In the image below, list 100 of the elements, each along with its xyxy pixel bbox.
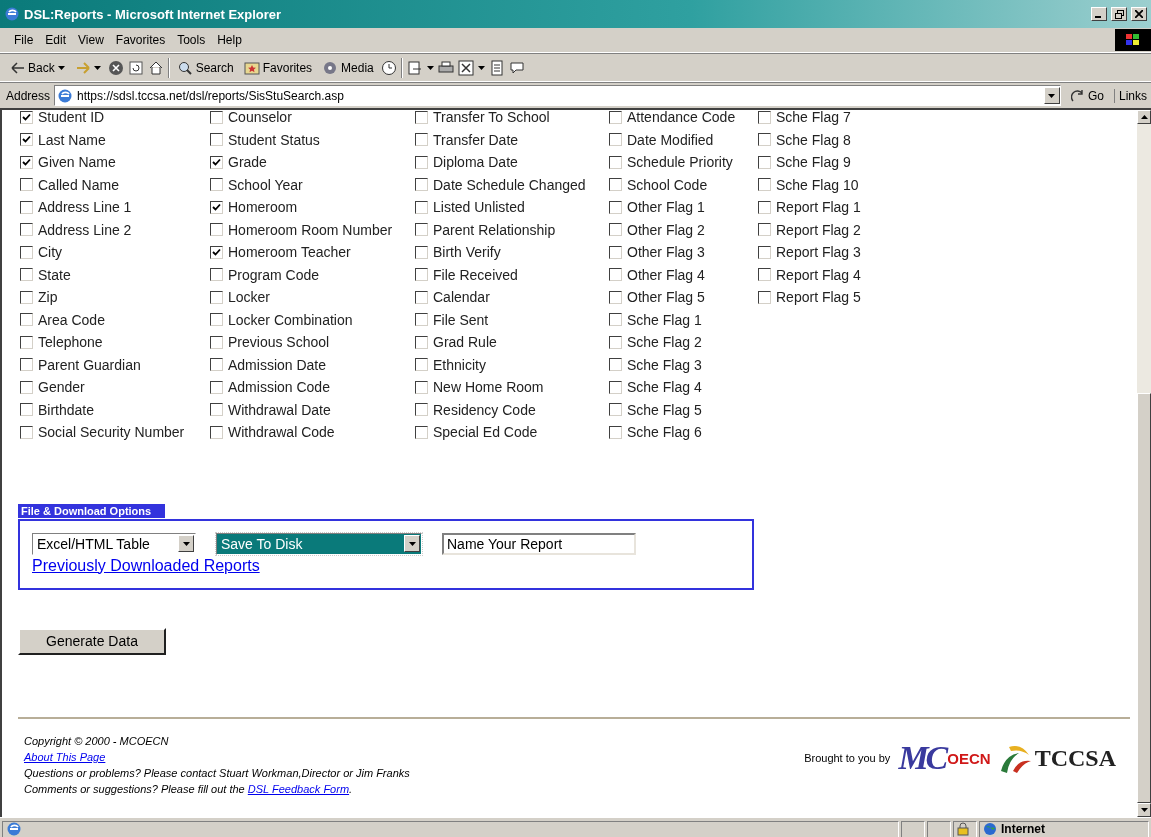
favorites-button[interactable]: Favorites (240, 58, 316, 77)
checkbox[interactable] (20, 110, 33, 124)
checkbox[interactable] (20, 358, 33, 372)
checkbox[interactable] (20, 155, 33, 169)
search-button[interactable]: Search (173, 58, 237, 77)
checkbox[interactable] (210, 313, 223, 327)
checkbox[interactable] (210, 223, 223, 237)
checkbox[interactable] (20, 223, 33, 237)
checkbox[interactable] (415, 380, 428, 394)
checkbox[interactable] (609, 313, 622, 327)
checkbox[interactable] (20, 290, 33, 304)
destination-dropdown[interactable]: Save To Disk (216, 532, 422, 555)
checkbox[interactable] (415, 133, 428, 147)
menu-item[interactable]: View (72, 31, 110, 49)
checkbox[interactable] (415, 200, 428, 214)
menu-item[interactable]: Help (211, 31, 248, 49)
address-field[interactable]: https://sdsl.tccsa.net/dsl/reports/SisStuSearch.asp (54, 85, 1061, 106)
checkbox[interactable] (758, 200, 771, 214)
checkbox[interactable] (415, 245, 428, 259)
checkbox[interactable] (210, 245, 223, 259)
checkbox[interactable] (210, 268, 223, 282)
checkbox[interactable] (609, 425, 622, 439)
checkbox[interactable] (609, 403, 622, 417)
checkbox[interactable] (210, 110, 223, 124)
checkbox[interactable] (210, 358, 223, 372)
close-button[interactable] (1131, 7, 1147, 21)
print-icon (437, 59, 454, 76)
checkbox[interactable] (20, 178, 33, 192)
checkbox[interactable] (210, 155, 223, 169)
checkbox[interactable] (210, 200, 223, 214)
checkbox[interactable] (609, 268, 622, 282)
checkbox[interactable] (609, 245, 622, 259)
checkbox[interactable] (758, 290, 771, 304)
checkbox[interactable] (758, 155, 771, 169)
checkbox[interactable] (20, 200, 33, 214)
generate-data-button[interactable]: Generate Data (18, 627, 166, 655)
downloaded-reports-link[interactable]: Previously Downloaded Reports (32, 556, 260, 575)
checkbox[interactable] (210, 425, 223, 439)
checkbox[interactable] (415, 268, 428, 282)
checkbox[interactable] (210, 133, 223, 147)
checkbox[interactable] (20, 425, 33, 439)
about-link[interactable]: About This Page (24, 751, 106, 763)
checkbox[interactable] (758, 133, 771, 147)
checkbox[interactable] (758, 268, 771, 282)
checkbox[interactable] (20, 268, 33, 282)
menu-item[interactable]: Favorites (109, 31, 172, 49)
checkbox[interactable] (609, 335, 622, 349)
checkbox[interactable] (20, 335, 33, 349)
checkbox-label: File Received (433, 266, 518, 283)
scroll-down-button[interactable] (1137, 803, 1151, 817)
checkbox-label: Other Flag 1 (627, 199, 705, 216)
checkbox[interactable] (609, 155, 622, 169)
checkbox[interactable] (609, 110, 622, 124)
checkbox[interactable] (609, 358, 622, 372)
checkbox[interactable] (415, 155, 428, 169)
menu-item[interactable]: Edit (39, 31, 73, 49)
checkbox[interactable] (20, 403, 33, 417)
checkbox[interactable] (415, 290, 428, 304)
checkbox[interactable] (20, 380, 33, 394)
checkbox[interactable] (20, 133, 33, 147)
scroll-up-button[interactable] (1137, 110, 1151, 124)
media-button[interactable]: Media (319, 58, 377, 77)
checkbox[interactable] (758, 178, 771, 192)
maximize-button[interactable] (1111, 7, 1127, 21)
checkbox[interactable] (609, 133, 622, 147)
messenger-icon (508, 59, 525, 76)
back-button[interactable]: Back (8, 59, 68, 76)
checkbox[interactable] (415, 223, 428, 237)
checkbox[interactable] (415, 335, 428, 349)
checkbox-label: Birth Verify (433, 244, 501, 261)
checkbox[interactable] (609, 178, 622, 192)
checkbox[interactable] (758, 245, 771, 259)
checkbox[interactable] (20, 245, 33, 259)
checkbox[interactable] (415, 110, 428, 124)
checkbox[interactable] (415, 403, 428, 417)
checkbox[interactable] (415, 178, 428, 192)
report-name-field[interactable]: Name Your Report (442, 532, 636, 555)
checkbox[interactable] (210, 290, 223, 304)
menu-item[interactable]: File (8, 31, 40, 49)
checkbox[interactable] (415, 313, 428, 327)
checkbox[interactable] (210, 178, 223, 192)
checkbox[interactable] (758, 110, 771, 124)
checkbox[interactable] (609, 380, 622, 394)
menu-item[interactable]: Tools (171, 31, 212, 49)
checkbox[interactable] (415, 425, 428, 439)
checkbox[interactable] (758, 223, 771, 237)
mc-logo: MC (898, 739, 946, 777)
go-button[interactable]: Go (1064, 88, 1110, 103)
checkbox[interactable] (609, 290, 622, 304)
checkbox[interactable] (210, 403, 223, 417)
window-title: DSL:Reports - Microsoft Internet Explorer (24, 6, 283, 22)
minimize-button[interactable] (1091, 7, 1107, 21)
checkbox[interactable] (210, 380, 223, 394)
checkbox[interactable] (609, 200, 622, 214)
checkbox[interactable] (20, 313, 33, 327)
links-label[interactable]: Links (1114, 88, 1151, 103)
format-dropdown[interactable]: Excel/HTML Table (32, 532, 196, 555)
checkbox[interactable] (210, 335, 223, 349)
checkbox[interactable] (415, 358, 428, 372)
checkbox[interactable] (609, 223, 622, 237)
